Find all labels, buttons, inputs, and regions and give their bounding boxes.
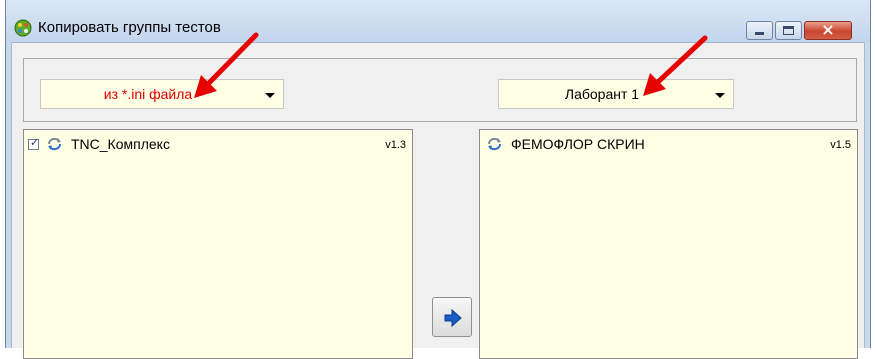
target-dropdown-value: Лаборант 1 <box>564 86 640 102</box>
item-label: TNC_Комплекс <box>71 136 170 152</box>
close-button[interactable]: × <box>804 20 852 40</box>
palette-icon <box>14 19 32 37</box>
source-dropdown[interactable]: из *.ini файла <box>40 79 284 109</box>
source-test-group-list[interactable]: ✓ TNC_Комплекс v1.3 <box>23 129 413 359</box>
copy-test-groups-window: Копировать группы тестов × из *.ini файл… <box>5 0 871 359</box>
window-title: Копировать группы тестов <box>38 19 221 36</box>
maximize-button[interactable] <box>775 21 802 40</box>
chevron-down-icon[interactable] <box>265 93 275 98</box>
source-target-panel: из *.ini файла Лаборант 1 <box>23 58 857 122</box>
arrow-right-icon <box>444 309 462 327</box>
source-dropdown-value: из *.ini файла <box>103 86 193 102</box>
target-dropdown[interactable]: Лаборант 1 <box>498 79 734 109</box>
chevron-down-icon[interactable] <box>715 93 725 98</box>
minimize-icon <box>755 32 764 35</box>
close-icon: × <box>821 20 835 39</box>
item-version: v1.5 <box>830 139 851 151</box>
maximize-icon <box>783 26 794 35</box>
list-item[interactable]: ФЕМОФЛОР СКРИН v1.5 <box>480 130 857 154</box>
item-checkbox[interactable]: ✓ <box>28 136 40 150</box>
minimize-button[interactable] <box>746 21 773 40</box>
dialog-body: из *.ini файла Лаборант 1 ✓ TNC_Комплекс… <box>11 42 865 359</box>
list-item[interactable]: ✓ TNC_Комплекс v1.3 <box>24 130 412 154</box>
target-test-group-list[interactable]: ФЕМОФЛОР СКРИН v1.5 <box>479 129 858 359</box>
refresh-icon <box>48 137 61 151</box>
item-label: ФЕМОФЛОР СКРИН <box>511 136 645 152</box>
refresh-icon <box>488 137 501 151</box>
item-version: v1.3 <box>385 139 406 151</box>
checkmark-icon: ✓ <box>30 136 40 149</box>
copy-to-target-button[interactable] <box>432 297 472 337</box>
title-bar[interactable]: Копировать группы тестов × <box>6 0 870 42</box>
